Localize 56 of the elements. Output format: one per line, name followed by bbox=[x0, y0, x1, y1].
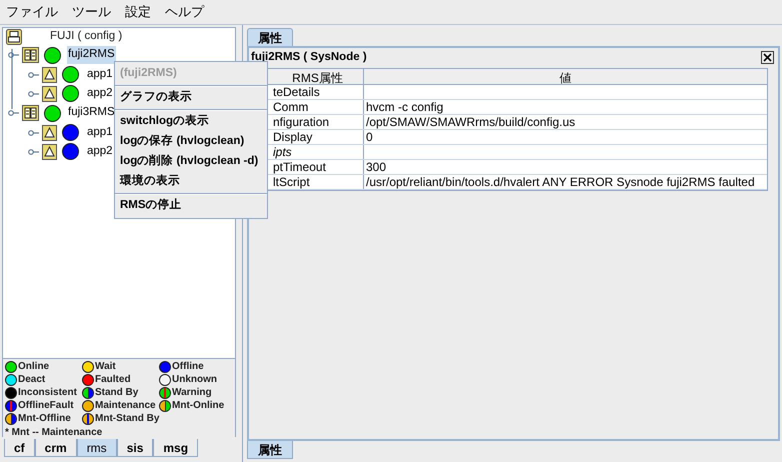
tab[interactable]: 属性 bbox=[247, 28, 293, 46]
menu-item[interactable]: logの保存 (hvlogclean) bbox=[115, 132, 267, 152]
menu-item[interactable]: ファイル bbox=[6, 2, 58, 22]
expand-handle-icon bbox=[28, 70, 39, 78]
legend-label: Offline bbox=[172, 360, 204, 374]
tab[interactable]: rms bbox=[76, 439, 117, 457]
tab[interactable]: 属性 bbox=[247, 441, 293, 459]
legend-label: Maintenance bbox=[95, 399, 156, 413]
menu-item[interactable]: 設定 bbox=[125, 2, 151, 22]
legend-label: Mnt-Stand By bbox=[95, 412, 160, 426]
table-cell-text: 300 bbox=[365, 160, 388, 174]
menu-item[interactable]: switchlogの表示 bbox=[115, 112, 267, 132]
tree-label[interactable]: app1 bbox=[86, 124, 114, 142]
expand-handle-icon bbox=[28, 148, 39, 156]
table-cell-text: 0 bbox=[365, 130, 374, 144]
table-cell-text: /usr/opt/reliant/bin/tools.d/hvalert ANY ERROR Sysnode fuji2RMS faulted bbox=[365, 175, 756, 189]
tree-connector bbox=[11, 49, 13, 109]
tab[interactable]: msg bbox=[153, 439, 198, 457]
column-header[interactable]: 値 bbox=[364, 69, 767, 84]
menu-item[interactable]: グラフの表示 bbox=[115, 88, 267, 108]
tab[interactable]: crm bbox=[34, 439, 77, 457]
tree-label[interactable]: FUJI ( config ) bbox=[50, 28, 122, 46]
expand-handle-icon bbox=[8, 51, 19, 59]
expand-handle-icon bbox=[8, 109, 19, 117]
legend-label: Online bbox=[18, 360, 50, 374]
table-cell-text: hvcm -c config bbox=[365, 100, 444, 114]
tree-label[interactable]: fuji2RMS bbox=[67, 46, 116, 64]
tree-label[interactable]: app2 bbox=[86, 142, 114, 160]
menu-item[interactable]: ヘルプ bbox=[165, 2, 204, 22]
legend-label: Mnt-Offline bbox=[18, 412, 71, 426]
legend-label: OfflineFault bbox=[18, 399, 74, 413]
panel-title: fuji2RMS ( SysNode ) bbox=[251, 50, 367, 64]
tab[interactable]: sis bbox=[116, 439, 154, 457]
tree-label[interactable]: fuji3RMS bbox=[67, 104, 116, 122]
legend-label: Warning bbox=[172, 386, 212, 400]
menu-item[interactable]: logの削除 (hvlogclean -d) bbox=[115, 152, 267, 172]
legend-note: * Mnt -- Maintenance bbox=[5, 426, 104, 438]
legend-label: Inconsistent bbox=[18, 386, 77, 400]
tree-label[interactable]: app1 bbox=[86, 66, 114, 84]
expand-handle-icon bbox=[28, 128, 39, 136]
legend-label: Deact bbox=[18, 373, 46, 387]
tab[interactable]: cf bbox=[4, 439, 35, 457]
legend-label: Mnt-Online bbox=[172, 399, 224, 413]
table-cell-text: /opt/SMAW/SMAWRrms/build/config.us bbox=[365, 115, 576, 129]
menu-item[interactable]: RMSの停止 bbox=[115, 196, 267, 216]
menu-item[interactable]: 環境の表示 bbox=[115, 172, 267, 192]
expand-handle-icon bbox=[28, 90, 39, 98]
close-icon[interactable] bbox=[761, 50, 774, 64]
tree-label[interactable]: app2 bbox=[86, 84, 114, 102]
book-icon bbox=[22, 47, 39, 63]
legend-label: Stand By bbox=[95, 386, 138, 400]
legend-label: Wait bbox=[95, 360, 116, 374]
legend-label: Faulted bbox=[95, 373, 131, 387]
menu-item[interactable]: ツール bbox=[72, 2, 111, 22]
legend-label: Unknown bbox=[172, 373, 217, 387]
book-icon bbox=[22, 105, 39, 121]
